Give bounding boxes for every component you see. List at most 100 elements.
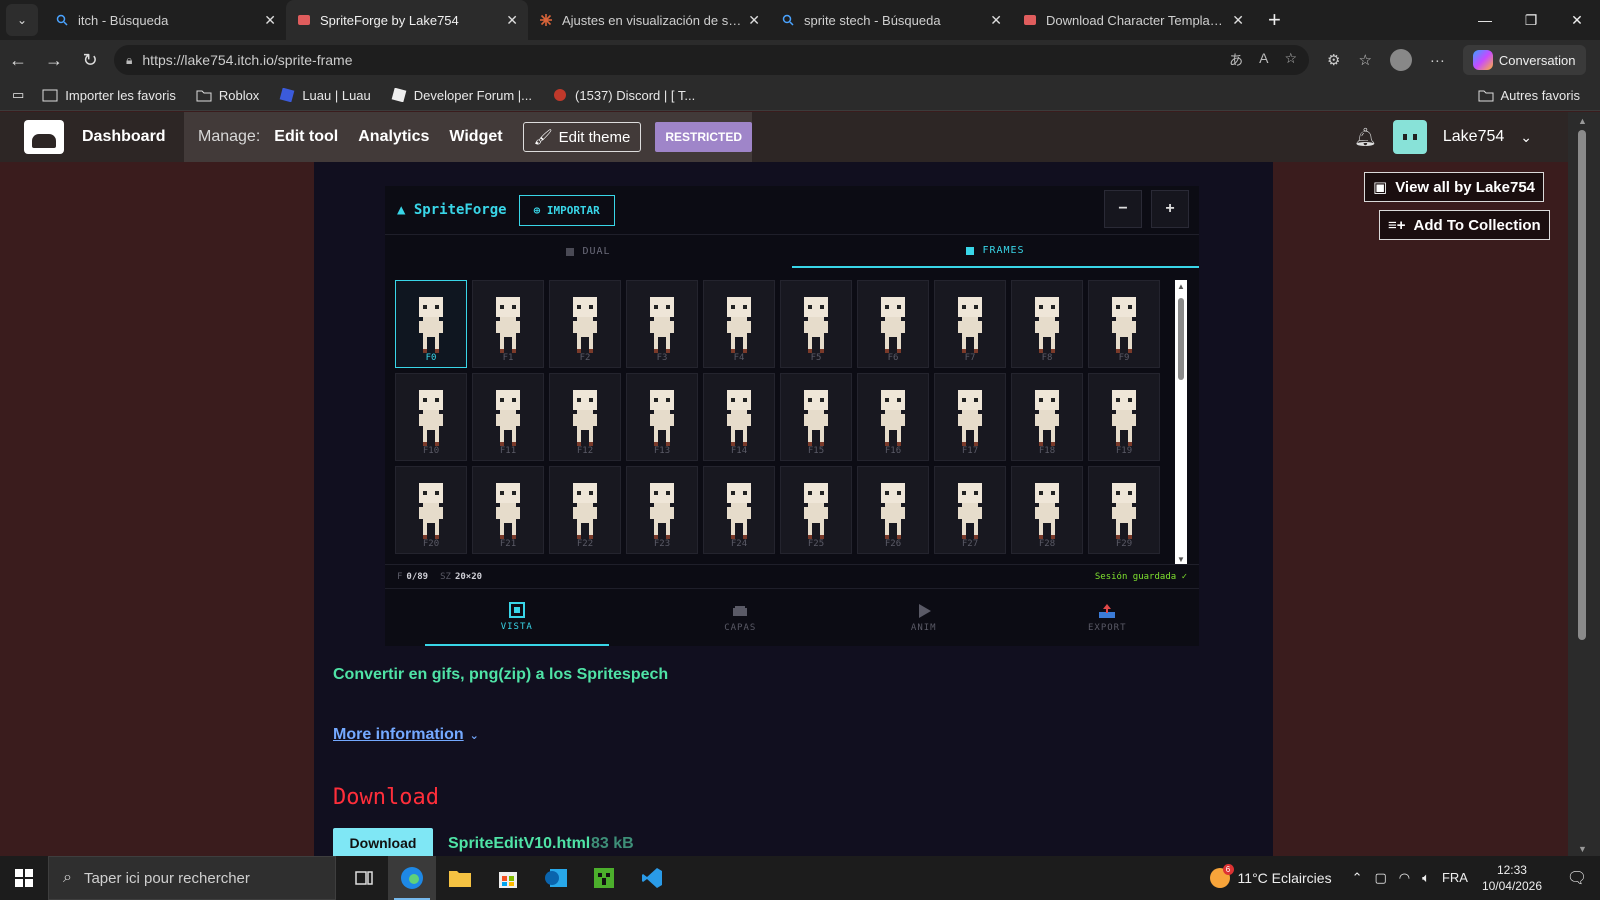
tab-frames[interactable]: FRAMES <box>792 235 1199 268</box>
frame-tile[interactable]: F3 <box>626 280 698 368</box>
bookmark-item[interactable]: Roblox <box>196 88 259 103</box>
notification-center-button[interactable]: 🗨︎ <box>1560 868 1594 888</box>
volume-icon[interactable]: 🔈︎ <box>1422 870 1430 886</box>
vscode-button[interactable] <box>628 856 676 900</box>
other-favorites[interactable]: Autres favoris <box>1478 88 1580 103</box>
frame-tile[interactable]: F2 <box>549 280 621 368</box>
dashboard-link[interactable]: Dashboard <box>82 128 166 146</box>
frame-tile[interactable]: F17 <box>934 373 1006 461</box>
scroll-down-icon[interactable]: ▼ <box>1177 555 1185 564</box>
user-avatar[interactable] <box>1392 120 1427 154</box>
outlook-button[interactable] <box>532 856 580 900</box>
minecraft-button[interactable] <box>580 856 628 900</box>
zoom-in-button[interactable]: + <box>1151 190 1189 228</box>
frame-tile[interactable]: F6 <box>857 280 929 368</box>
sidebar-toggle-icon[interactable]: ▭ <box>12 87 24 103</box>
close-window-icon[interactable]: ✕ <box>1554 0 1600 40</box>
favorite-star-icon[interactable]: ☆ <box>1284 50 1297 70</box>
scroll-down-icon[interactable]: ▼ <box>1578 844 1587 854</box>
bookmark-item[interactable]: (1537) Discord | [ T... <box>552 88 695 103</box>
minimize-icon[interactable]: — <box>1462 0 1508 40</box>
wifi-icon[interactable]: ◠ <box>1399 870 1410 886</box>
import-button[interactable]: ⊕ IMPORTAR <box>518 194 615 226</box>
widget-link[interactable]: Widget <box>449 128 502 146</box>
edge-taskbar-button[interactable] <box>388 856 436 900</box>
bookmark-item[interactable]: Luau | Luau <box>279 88 371 103</box>
nav-export[interactable]: EXPORT <box>1016 589 1200 646</box>
close-icon[interactable]: ✕ <box>506 12 518 29</box>
itch-logo[interactable] <box>24 120 64 154</box>
browser-tab[interactable]: sprite stech - Búsqueda ✕ <box>770 0 1012 40</box>
view-all-button[interactable]: ▣ View all by Lake754 <box>1364 172 1544 202</box>
tab-actions-button[interactable]: ⌄ <box>6 4 38 36</box>
more-menu-icon[interactable]: ··· <box>1430 52 1445 69</box>
tab-dual[interactable]: DUAL <box>385 235 792 268</box>
close-icon[interactable]: ✕ <box>990 12 1002 29</box>
refresh-icon[interactable]: ↻ <box>72 50 108 71</box>
forward-icon[interactable]: → <box>36 50 72 71</box>
file-explorer-button[interactable] <box>436 856 484 900</box>
scroll-thumb[interactable] <box>1178 298 1184 380</box>
frame-tile[interactable]: F12 <box>549 373 621 461</box>
browser-tab[interactable]: itch - Búsqueda ✕ <box>44 0 286 40</box>
frame-tile[interactable]: F0 <box>395 280 467 368</box>
taskbar-search[interactable]: ⌕ Taper ici pour rechercher <box>48 856 336 900</box>
new-tab-button[interactable]: + <box>1268 7 1281 33</box>
frame-tile[interactable]: F18 <box>1011 373 1083 461</box>
analytics-link[interactable]: Analytics <box>358 128 429 146</box>
frame-tile[interactable]: F22 <box>549 466 621 554</box>
meet-icon[interactable]: ▢ <box>1374 870 1386 886</box>
bookmark-item[interactable]: Importer les favoris <box>42 88 176 103</box>
edit-tool-link[interactable]: Edit tool <box>274 128 338 146</box>
frame-grid-scrollbar[interactable]: ▲ ▼ <box>1175 280 1187 564</box>
translate-icon[interactable]: あ <box>1229 50 1243 70</box>
store-button[interactable] <box>484 856 532 900</box>
extensions-icon[interactable]: ⚙ <box>1327 51 1340 69</box>
read-aloud-icon[interactable]: A <box>1259 50 1268 70</box>
more-information-link[interactable]: More information ⌄ <box>333 726 479 744</box>
windows-start-button[interactable] <box>0 856 48 900</box>
close-icon[interactable]: ✕ <box>748 12 760 29</box>
frame-tile[interactable]: F16 <box>857 373 929 461</box>
frame-tile[interactable]: F15 <box>780 373 852 461</box>
nav-anim[interactable]: ANIM <box>832 589 1016 646</box>
add-to-collection-button[interactable]: ≡+ Add To Collection <box>1379 210 1550 240</box>
bell-icon[interactable]: 🔔︎ <box>1354 127 1377 148</box>
frame-tile[interactable]: F29 <box>1088 466 1160 554</box>
page-scrollbar[interactable]: ▲ ▼ <box>1568 112 1600 856</box>
frame-tile[interactable]: F20 <box>395 466 467 554</box>
download-button[interactable]: Download <box>333 828 433 858</box>
language-indicator[interactable]: FRA <box>1442 870 1468 886</box>
frame-tile[interactable]: F19 <box>1088 373 1160 461</box>
close-icon[interactable]: ✕ <box>264 12 276 29</box>
frame-tile[interactable]: F13 <box>626 373 698 461</box>
chevron-up-icon[interactable]: ⌃ <box>1352 870 1363 886</box>
nav-vista[interactable]: VISTA <box>425 589 609 646</box>
task-view-button[interactable] <box>340 856 388 900</box>
profile-avatar[interactable] <box>1389 49 1412 71</box>
frame-tile[interactable]: F7 <box>934 280 1006 368</box>
frame-tile[interactable]: F23 <box>626 466 698 554</box>
frame-tile[interactable]: F4 <box>703 280 775 368</box>
url-field[interactable]: 🔒︎ https://lake754.itch.io/sprite-frame … <box>114 45 1309 75</box>
frame-tile[interactable]: F21 <box>472 466 544 554</box>
browser-tab[interactable]: Ajustes en visualización de sprites ✕ <box>528 0 770 40</box>
frame-tile[interactable]: F5 <box>780 280 852 368</box>
restricted-badge[interactable]: RESTRICTED <box>655 122 753 152</box>
nav-capas[interactable]: CAPAS <box>649 589 833 646</box>
scroll-up-icon[interactable]: ▲ <box>1578 116 1587 126</box>
frame-tile[interactable]: F11 <box>472 373 544 461</box>
zoom-out-button[interactable]: − <box>1104 190 1142 228</box>
frame-tile[interactable]: F8 <box>1011 280 1083 368</box>
page-scroll-thumb[interactable] <box>1578 130 1586 640</box>
favorites-icon[interactable]: ☆ <box>1358 51 1371 69</box>
edit-theme-button[interactable]: 🖌︎ Edit theme <box>522 122 642 152</box>
frame-tile[interactable]: F28 <box>1011 466 1083 554</box>
frame-tile[interactable]: F24 <box>703 466 775 554</box>
frame-tile[interactable]: F14 <box>703 373 775 461</box>
copilot-button[interactable]: Conversation <box>1462 45 1586 75</box>
frame-tile[interactable]: F26 <box>857 466 929 554</box>
chevron-down-icon[interactable]: ⌄ <box>1520 129 1532 146</box>
restore-icon[interactable]: ❐ <box>1508 0 1554 40</box>
frame-tile[interactable]: F27 <box>934 466 1006 554</box>
